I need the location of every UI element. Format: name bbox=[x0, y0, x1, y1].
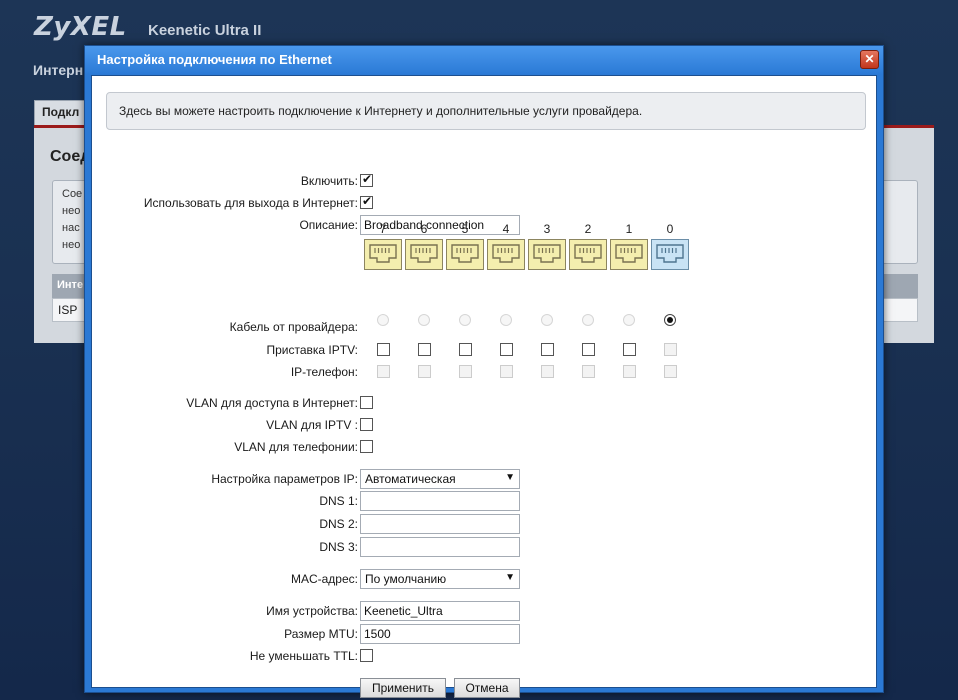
port-number: 6 bbox=[420, 222, 428, 236]
provider-cable-radio[interactable] bbox=[418, 314, 430, 326]
port-number: 7 bbox=[379, 222, 387, 236]
ethernet-settings-dialog: Настройка подключения по Ethernet ✕ Здес… bbox=[84, 45, 884, 698]
iptv-port-checkbox[interactable] bbox=[459, 343, 472, 356]
close-icon[interactable]: ✕ bbox=[860, 50, 879, 69]
iptv-port-checkbox[interactable] bbox=[377, 343, 390, 356]
ethernet-port-icon bbox=[405, 239, 443, 270]
dns2-input[interactable] bbox=[360, 514, 520, 534]
ip-phone-port-checkbox bbox=[541, 365, 554, 378]
ip-phone-port-checkbox bbox=[418, 365, 431, 378]
device-name-label: Имя устройства: bbox=[266, 604, 358, 618]
enable-checkbox[interactable] bbox=[360, 172, 373, 187]
port-number: 3 bbox=[543, 222, 551, 236]
iptv-port-checkbox[interactable] bbox=[500, 343, 513, 356]
ethernet-port-icon bbox=[610, 239, 648, 270]
iptv-port-checkbox-disabled bbox=[664, 343, 677, 356]
cancel-button[interactable]: Отмена bbox=[454, 678, 520, 698]
iptv-port-checkbox[interactable] bbox=[418, 343, 431, 356]
device-name-input[interactable] bbox=[360, 601, 520, 621]
mtu-label: Размер MTU: bbox=[284, 627, 358, 641]
ip-phone-port-checkbox bbox=[582, 365, 595, 378]
dns1-input[interactable] bbox=[360, 491, 520, 511]
chevron-down-icon: ▼ bbox=[505, 572, 515, 583]
dns3-input[interactable] bbox=[360, 537, 520, 557]
section-title: Интерн bbox=[33, 62, 84, 78]
ethernet-port-icon bbox=[446, 239, 484, 270]
port-number: 5 bbox=[461, 222, 469, 236]
ethernet-port-icon bbox=[364, 239, 402, 270]
iptv-port-checkbox[interactable] bbox=[541, 343, 554, 356]
info-box: Здесь вы можете настроить подключение к … bbox=[106, 92, 866, 130]
dialog-titlebar[interactable]: Настройка подключения по Ethernet ✕ bbox=[85, 46, 883, 74]
vlan-phone-checkbox[interactable] bbox=[360, 440, 373, 453]
dns2-label: DNS 2: bbox=[319, 517, 358, 531]
dialog-body: Здесь вы можете настроить подключение к … bbox=[91, 75, 877, 698]
port-number: 1 bbox=[625, 222, 633, 236]
iptv-port-checkbox[interactable] bbox=[582, 343, 595, 356]
ip-phone-port-checkbox bbox=[500, 365, 513, 378]
use-for-internet-label: Использовать для выхода в Интернет: bbox=[143, 196, 358, 210]
chevron-down-icon: ▼ bbox=[505, 472, 515, 483]
provider-cable-radio[interactable] bbox=[582, 314, 594, 326]
ip-settings-select[interactable]: Автоматическая ▼ bbox=[360, 469, 520, 489]
ip-phone-label: IP-телефон: bbox=[290, 365, 358, 379]
provider-cable-label: Кабель от провайдера: bbox=[229, 320, 358, 334]
provider-cable-radio-selected[interactable] bbox=[664, 314, 676, 326]
port-number: 2 bbox=[584, 222, 592, 236]
provider-cable-radio[interactable] bbox=[541, 314, 553, 326]
port-number: 4 bbox=[502, 222, 510, 236]
vlan-iptv-label: VLAN для IPTV : bbox=[266, 418, 358, 432]
model-name: Keenetic Ultra II bbox=[148, 22, 262, 39]
vlan-phone-label: VLAN для телефонии: bbox=[234, 440, 358, 454]
iptv-port-checkbox[interactable] bbox=[623, 343, 636, 356]
provider-cable-radio[interactable] bbox=[459, 314, 471, 326]
ttl-label: Не уменьшать TTL: bbox=[249, 649, 358, 663]
ethernet-port-wan-icon bbox=[651, 239, 689, 270]
mac-value: По умолчанию bbox=[365, 572, 447, 586]
mtu-input[interactable] bbox=[360, 624, 520, 644]
iptv-label: Приставка IPTV: bbox=[266, 343, 359, 357]
dialog-title: Настройка подключения по Ethernet bbox=[97, 52, 332, 67]
mac-select[interactable]: По умолчанию ▼ bbox=[360, 569, 520, 589]
ip-phone-port-checkbox bbox=[664, 365, 677, 378]
ttl-checkbox[interactable] bbox=[360, 649, 373, 662]
use-for-internet-checkbox[interactable] bbox=[360, 194, 373, 209]
ip-phone-port-checkbox bbox=[377, 365, 390, 378]
dns3-label: DNS 3: bbox=[319, 540, 358, 554]
ip-phone-port-checkbox bbox=[623, 365, 636, 378]
mac-label: MAC-адрес: bbox=[290, 572, 358, 586]
ip-phone-port-checkbox bbox=[459, 365, 472, 378]
ip-settings-value: Автоматическая bbox=[365, 472, 456, 486]
ethernet-port-icon bbox=[487, 239, 525, 270]
dns1-label: DNS 1: bbox=[319, 494, 358, 508]
description-label: Описание: bbox=[299, 218, 358, 232]
vlan-internet-label: VLAN для доступа в Интернет: bbox=[186, 396, 358, 410]
vlan-internet-checkbox[interactable] bbox=[360, 396, 373, 409]
port-number: 0 bbox=[666, 222, 674, 236]
tab-connections[interactable]: Подкл bbox=[34, 100, 90, 126]
ethernet-port-icon bbox=[569, 239, 607, 270]
provider-cable-radio[interactable] bbox=[500, 314, 512, 326]
provider-cable-radio[interactable] bbox=[623, 314, 635, 326]
enable-label: Включить: bbox=[300, 174, 358, 188]
apply-button[interactable]: Применить bbox=[360, 678, 446, 698]
zyxel-logo: ZyXEL bbox=[34, 12, 127, 42]
vlan-iptv-checkbox[interactable] bbox=[360, 418, 373, 431]
ethernet-port-icon bbox=[528, 239, 566, 270]
provider-cable-radio[interactable] bbox=[377, 314, 389, 326]
ip-settings-label: Настройка параметров IP: bbox=[211, 472, 358, 486]
